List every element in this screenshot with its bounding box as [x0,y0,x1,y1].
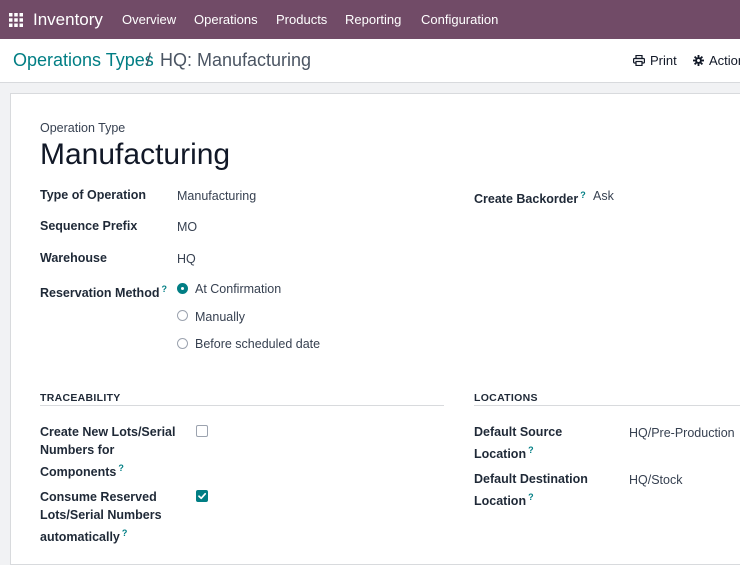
apps-grid-icon[interactable] [9,13,23,27]
reservation-method-label: Reservation Method? [40,280,167,302]
create-lots-label-line: Numbers for [40,443,115,457]
default-source-label: Default Source Location? [474,423,614,463]
create-backorder-value[interactable]: Ask [593,187,614,205]
help-tooltip-icon[interactable]: ? [528,492,534,502]
default-destination-value[interactable]: HQ/Stock [629,471,683,489]
create-lots-label: Create New Lots/Serial Numbers for Compo… [40,423,180,481]
default-source-label-line: Default Source [474,425,563,439]
traceability-section-title: TRACEABILITY [40,392,121,404]
type-of-operation-label: Type of Operation [40,188,147,202]
consume-reserved-label-line: Lots/Serial Numbers [40,508,162,522]
create-lots-label-line: Create New Lots/Serial [40,425,176,439]
help-tooltip-icon[interactable]: ? [580,190,586,200]
warehouse-value[interactable]: HQ [177,250,196,268]
breadcrumb-root-link[interactable]: Operations Types [13,50,154,71]
checkmark-icon [198,492,207,500]
sequence-prefix-label: Sequence Prefix [40,219,138,233]
gear-icon [693,55,704,66]
menu-configuration[interactable]: Configuration [421,12,498,27]
reservation-method-label-text: Reservation Method [40,286,160,301]
default-destination-label: Default Destination Location? [474,470,614,510]
default-source-label-line: Location [474,447,527,462]
radio-at-confirmation[interactable] [177,283,188,294]
action-label: Action [709,53,740,68]
radio-manually[interactable] [177,310,188,321]
breadcrumb-separator: / [146,50,152,70]
default-source-value[interactable]: HQ/Pre-Production [629,424,735,442]
sequence-prefix-value[interactable]: MO [177,218,197,236]
help-tooltip-icon[interactable]: ? [122,528,128,538]
menu-products[interactable]: Products [276,12,327,27]
consume-reserved-label: Consume Reserved Lots/Serial Numbers aut… [40,488,180,546]
consume-reserved-checkbox[interactable] [196,490,208,502]
create-backorder-label: Create Backorder? [474,186,586,208]
radio-label-at-confirmation[interactable]: At Confirmation [195,280,281,298]
form-sheet: Operation Type Manufacturing Type of Ope… [10,93,740,565]
traceability-divider [40,405,444,406]
create-backorder-label-text: Create Backorder [474,192,579,207]
help-tooltip-icon[interactable]: ? [528,445,534,455]
radio-label-before-scheduled-date[interactable]: Before scheduled date [195,335,320,353]
create-lots-label-line: Components [40,465,117,480]
action-button[interactable]: Action [693,53,740,68]
consume-reserved-label-line: Consume Reserved [40,490,157,504]
consume-reserved-label-line: automatically [40,530,120,545]
radio-label-manually[interactable]: Manually [195,308,245,326]
radio-before-scheduled-date[interactable] [177,338,188,349]
create-lots-checkbox[interactable] [196,425,208,437]
default-destination-label-line: Default Destination [474,472,588,486]
warehouse-label: Warehouse [40,251,107,265]
default-destination-label-line: Location [474,494,527,509]
locations-section-title: LOCATIONS [474,392,538,404]
form-overline: Operation Type [40,121,126,135]
app-name[interactable]: Inventory [33,10,103,30]
menu-reporting[interactable]: Reporting [345,12,401,27]
top-navbar: Inventory Overview Operations Products R… [0,0,740,39]
print-label: Print [650,53,677,68]
type-of-operation-value[interactable]: Manufacturing [177,187,256,205]
print-icon [633,55,645,66]
control-panel: Operations Types / HQ: Manufacturing Pri… [0,39,740,83]
record-title: Manufacturing [40,138,231,171]
breadcrumb-current: HQ: Manufacturing [160,50,312,70]
menu-overview[interactable]: Overview [122,12,176,27]
menu-operations[interactable]: Operations [194,12,258,27]
locations-divider [474,405,740,406]
print-button[interactable]: Print [633,53,677,68]
help-tooltip-icon[interactable]: ? [161,284,167,294]
help-tooltip-icon[interactable]: ? [118,463,124,473]
